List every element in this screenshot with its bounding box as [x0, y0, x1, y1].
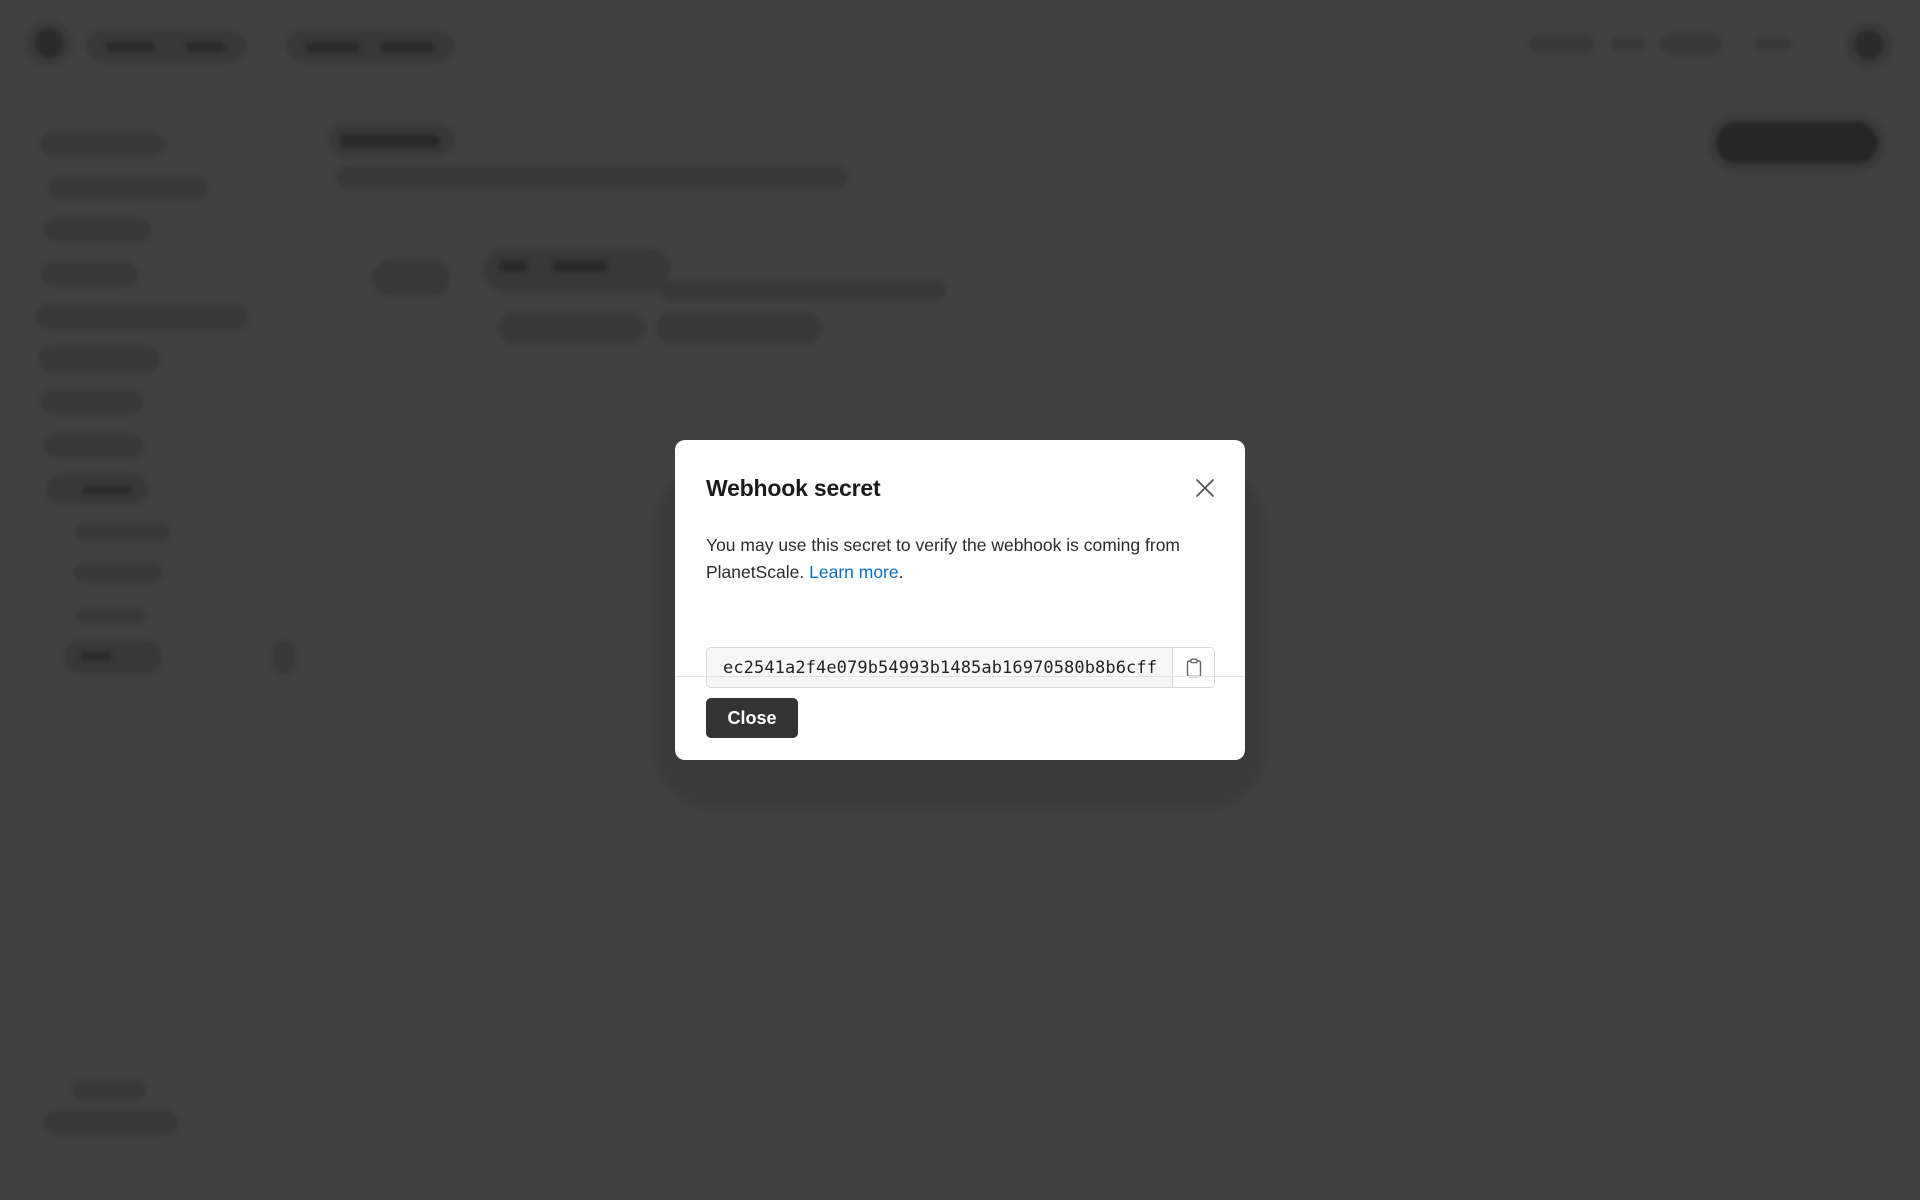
nav-link-placeholder — [1528, 36, 1594, 52]
sidebar-item-placeholder — [36, 304, 248, 330]
sidebar-subitem-placeholder — [76, 524, 170, 540]
webhook-secret-dialog: Webhook secret You may use this secret t… — [675, 440, 1245, 760]
page-subtitle-placeholder — [336, 166, 848, 188]
sidebar-item-placeholder — [82, 486, 132, 494]
dialog-divider — [675, 676, 1245, 677]
sidebar-item-placeholder — [48, 176, 208, 200]
sidebar-subitem-placeholder — [80, 652, 112, 661]
content-tag-placeholder — [656, 312, 822, 344]
nav-link-placeholder — [1660, 34, 1722, 54]
dialog-header: Webhook secret — [706, 472, 1215, 504]
sidebar-item-placeholder — [44, 218, 150, 242]
learn-more-link[interactable]: Learn more — [809, 562, 899, 582]
sidebar-subitem-placeholder — [76, 608, 146, 624]
content-tag-placeholder — [498, 312, 644, 344]
nav-link-placeholder — [1610, 38, 1644, 50]
sidebar-item-placeholder — [40, 132, 164, 156]
content-meta-placeholder — [660, 280, 946, 300]
breadcrumb-placeholder — [185, 42, 225, 52]
primary-action-placeholder — [1716, 122, 1878, 164]
clipboard-icon — [1186, 658, 1201, 677]
copy-secret-button[interactable] — [1172, 648, 1214, 687]
breadcrumb-placeholder — [105, 42, 155, 52]
close-dialog-button[interactable] — [1191, 474, 1219, 502]
sidebar-subitem-placeholder — [64, 640, 162, 674]
close-button[interactable]: Close — [706, 698, 798, 738]
content-title-placeholder — [552, 260, 608, 272]
close-icon — [1196, 479, 1214, 497]
secret-value[interactable]: ec2541a2f4e079b54993b1485ab16970580b8b6c… — [707, 648, 1172, 687]
sidebar-badge-placeholder — [272, 640, 296, 674]
description-text: You may use this secret to verify the we… — [706, 535, 1181, 582]
dialog-title: Webhook secret — [706, 474, 881, 501]
dialog-description: You may use this secret to verify the we… — [706, 532, 1206, 586]
breadcrumb-placeholder — [305, 42, 360, 53]
secret-field: ec2541a2f4e079b54993b1485ab16970580b8b6c… — [706, 647, 1215, 688]
sidebar-item-placeholder — [44, 434, 144, 458]
dialog-body: You may use this secret to verify the we… — [706, 532, 1215, 688]
sidebar-footer-placeholder — [44, 1110, 178, 1134]
sidebar-item-placeholder — [40, 390, 142, 414]
org-avatar — [34, 28, 64, 58]
sidebar-item-placeholder — [42, 262, 138, 286]
sidebar-subitem-placeholder — [74, 564, 162, 582]
page-title-placeholder — [340, 134, 440, 148]
description-period: . — [898, 562, 904, 582]
content-icon-placeholder — [372, 260, 450, 296]
user-avatar — [1854, 30, 1884, 60]
sidebar-footer-placeholder — [72, 1080, 146, 1100]
breadcrumb-placeholder — [380, 42, 435, 53]
sidebar-item-placeholder — [38, 346, 160, 372]
nav-link-placeholder — [1756, 38, 1792, 50]
content-title-placeholder — [498, 260, 528, 272]
